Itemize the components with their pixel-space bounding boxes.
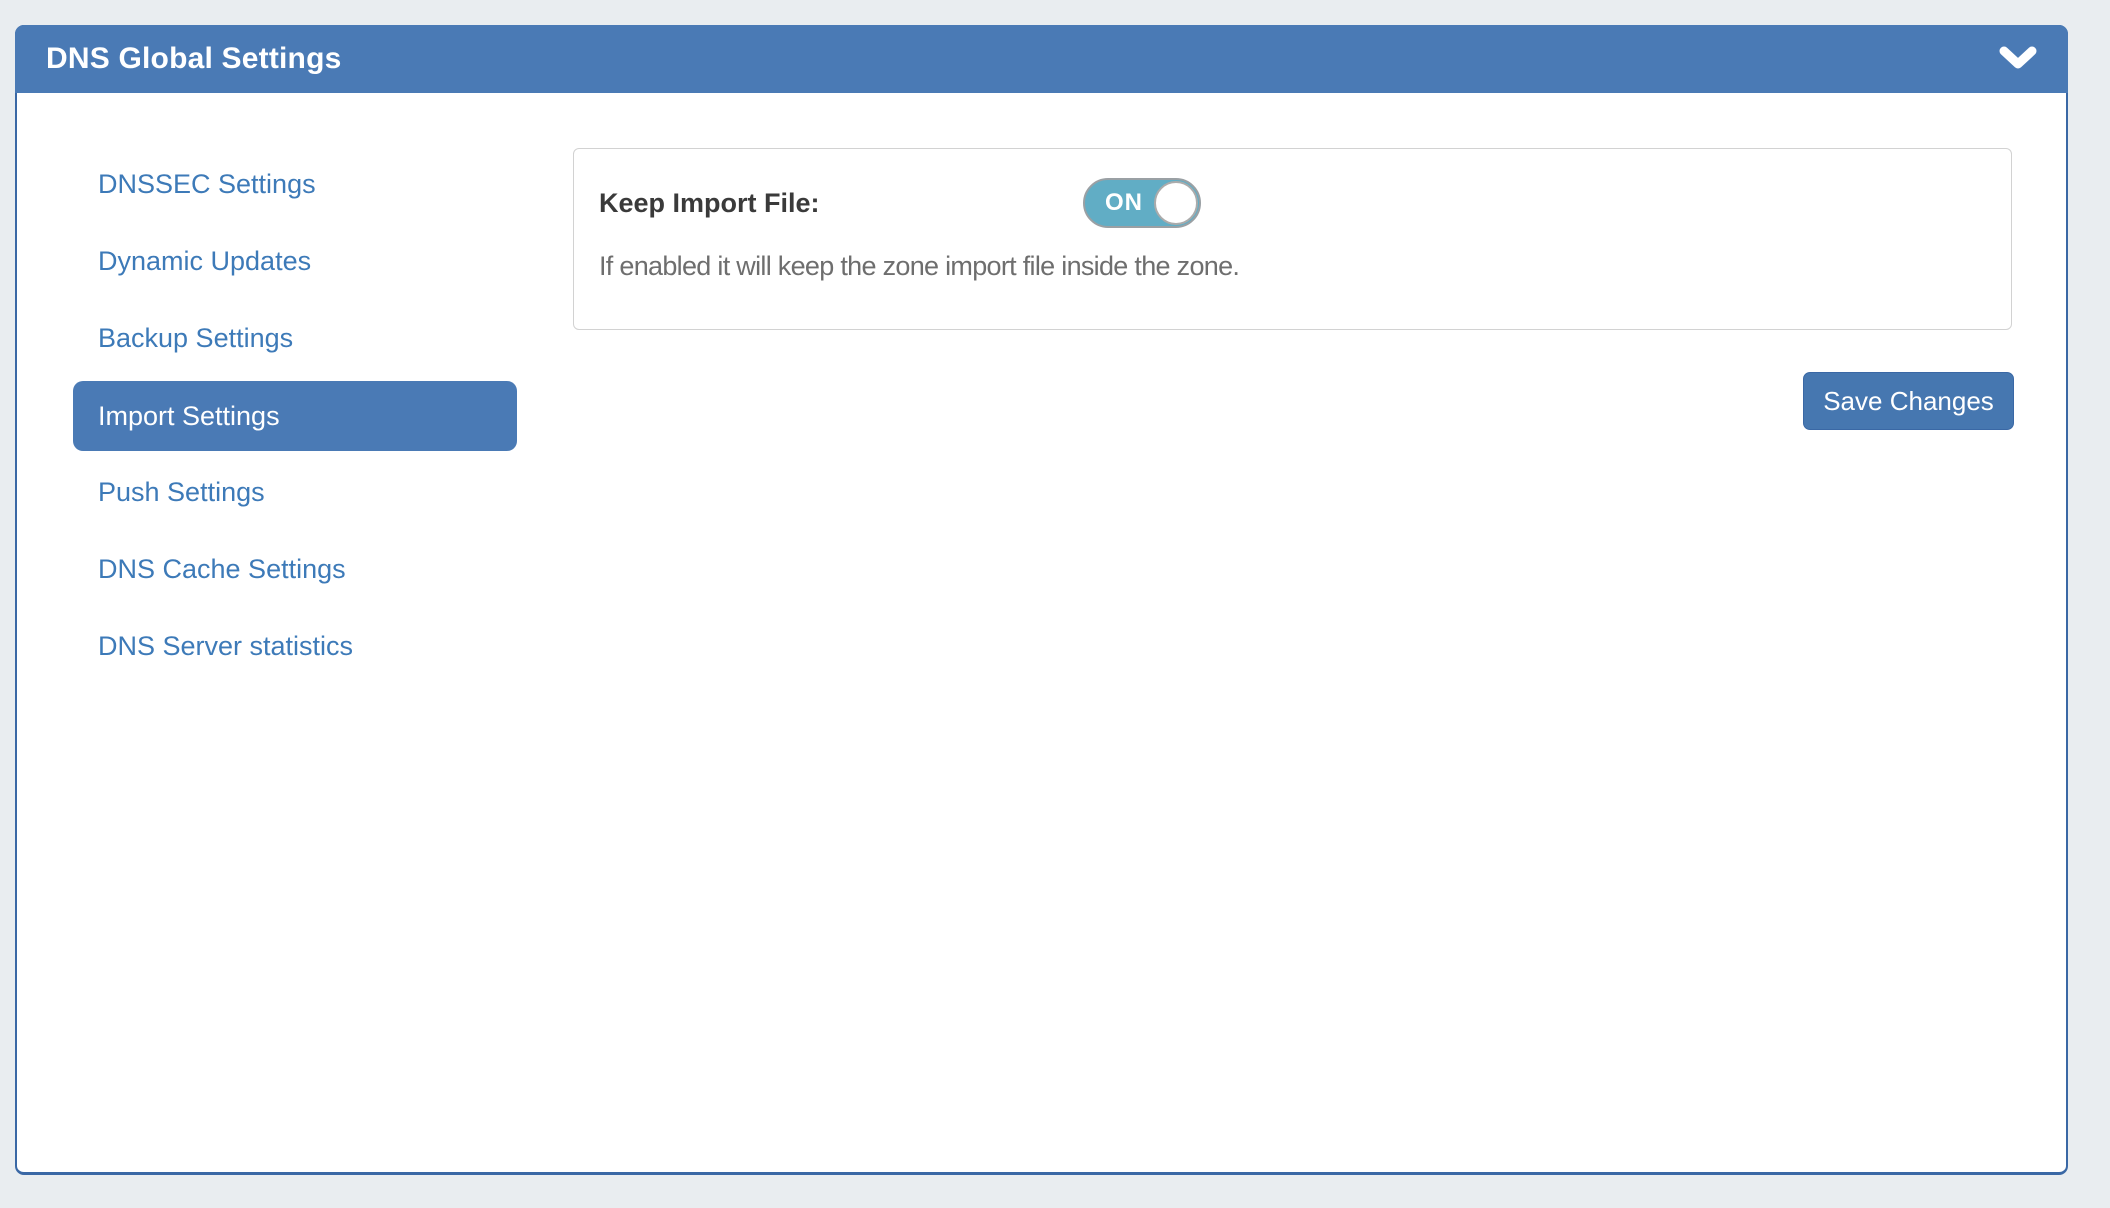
save-changes-button[interactable]: Save Changes <box>1803 372 2014 430</box>
sidebar-item-label[interactable]: Dynamic Updates <box>98 246 311 277</box>
sidebar-item-dynamic-updates[interactable]: Dynamic Updates <box>17 223 557 300</box>
dns-global-settings-panel: DNS Global Settings DNSSEC Settings Dyna… <box>15 25 2068 1175</box>
settings-nav: DNSSEC Settings Dynamic Updates Backup S… <box>17 146 557 685</box>
keep-import-file-toggle[interactable]: ON <box>1083 178 1201 228</box>
sidebar-item-label[interactable]: Push Settings <box>98 477 265 508</box>
sidebar-item-dns-server-statistics[interactable]: DNS Server statistics <box>17 608 557 685</box>
collapse-panel-button[interactable] <box>1998 43 2038 75</box>
sidebar-item-label[interactable]: DNS Cache Settings <box>98 554 346 585</box>
sidebar-item-label[interactable]: DNS Server statistics <box>98 631 353 662</box>
panel-header: DNS Global Settings <box>15 25 2068 93</box>
page-title: DNS Global Settings <box>46 42 342 76</box>
sidebar-item-label[interactable]: Import Settings <box>73 381 517 451</box>
sidebar-item-backup-settings[interactable]: Backup Settings <box>17 300 557 377</box>
keep-import-file-label: Keep Import File: <box>599 179 820 228</box>
sidebar-item-push-settings[interactable]: Push Settings <box>17 454 557 531</box>
sidebar-item-import-settings[interactable]: Import Settings <box>17 377 557 454</box>
sidebar-item-dns-cache-settings[interactable]: DNS Cache Settings <box>17 531 557 608</box>
toggle-state-label: ON <box>1105 180 1143 226</box>
keep-import-file-description: If enabled it will keep the zone import … <box>599 251 1239 282</box>
page-background: { "page": { "background_color": "#e9edf0… <box>0 0 2110 1208</box>
chevron-down-icon <box>1999 46 2037 72</box>
sidebar-item-label[interactable]: Backup Settings <box>98 323 293 354</box>
sidebar-item-dnssec-settings[interactable]: DNSSEC Settings <box>17 146 557 223</box>
import-settings-form: Keep Import File: ON If enabled it will … <box>573 148 2012 330</box>
toggle-knob[interactable] <box>1154 181 1198 225</box>
sidebar-item-label[interactable]: DNSSEC Settings <box>98 169 316 200</box>
